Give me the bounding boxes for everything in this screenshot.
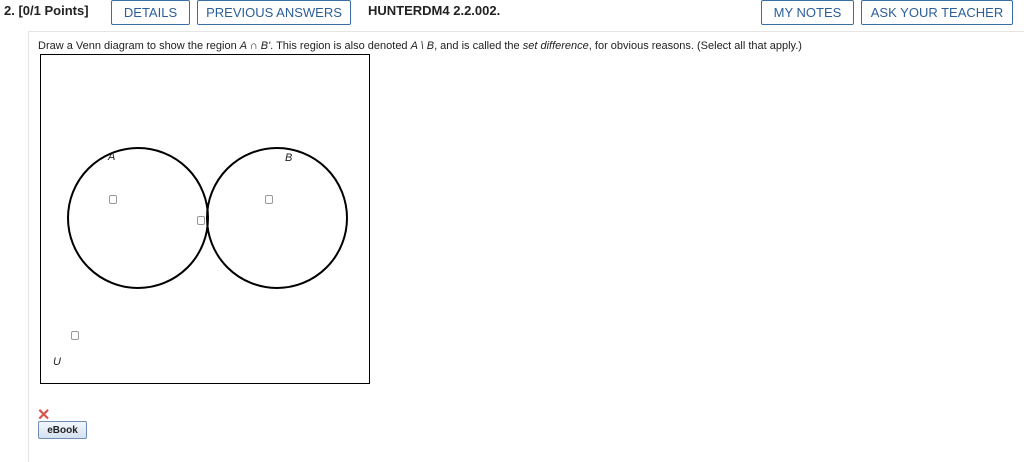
ebook-button[interactable]: eBook bbox=[38, 421, 87, 439]
prompt-notation: A \ B bbox=[410, 40, 435, 52]
question-header: 2. [0/1 Points] DETAILS PREVIOUS ANSWERS… bbox=[0, 0, 1024, 31]
details-button[interactable]: DETAILS bbox=[111, 0, 190, 25]
set-b-label: B bbox=[285, 152, 293, 164]
header-divider bbox=[28, 31, 1024, 32]
prompt-expression: A ∩ B' bbox=[239, 40, 271, 52]
previous-answers-button[interactable]: PREVIOUS ANSWERS bbox=[197, 0, 351, 25]
question-points: [0/1 Points] bbox=[18, 3, 89, 18]
universe-label: U bbox=[53, 356, 61, 368]
region-a-and-b-checkbox[interactable] bbox=[197, 216, 205, 225]
region-outside-checkbox[interactable] bbox=[71, 331, 79, 340]
prompt-lead: Draw a Venn diagram to show the region bbox=[38, 40, 240, 52]
prompt-mid2: , and is called the bbox=[434, 40, 523, 52]
question-number-text: 2. bbox=[4, 3, 15, 18]
prompt-term: set difference bbox=[522, 40, 589, 52]
prompt-mid1: . This region is also denoted bbox=[270, 40, 411, 52]
my-notes-button[interactable]: MY NOTES bbox=[761, 0, 854, 25]
question-prompt: Draw a Venn diagram to show the region A… bbox=[38, 40, 802, 52]
set-a-label: A bbox=[108, 151, 116, 163]
content-left-border bbox=[28, 31, 29, 462]
question-number: 2. [0/1 Points] bbox=[4, 3, 89, 18]
set-a-circle bbox=[67, 147, 209, 289]
region-a-only-checkbox[interactable] bbox=[109, 195, 117, 204]
ask-your-teacher-button[interactable]: ASK YOUR TEACHER bbox=[861, 0, 1013, 25]
venn-diagram-universe: A B U bbox=[40, 54, 370, 384]
region-b-only-checkbox[interactable] bbox=[265, 195, 273, 204]
set-b-circle bbox=[206, 147, 348, 289]
problem-code: HUNTERDM4 2.2.002. bbox=[368, 3, 501, 18]
prompt-tail: , for obvious reasons. (Select all that … bbox=[588, 40, 802, 52]
